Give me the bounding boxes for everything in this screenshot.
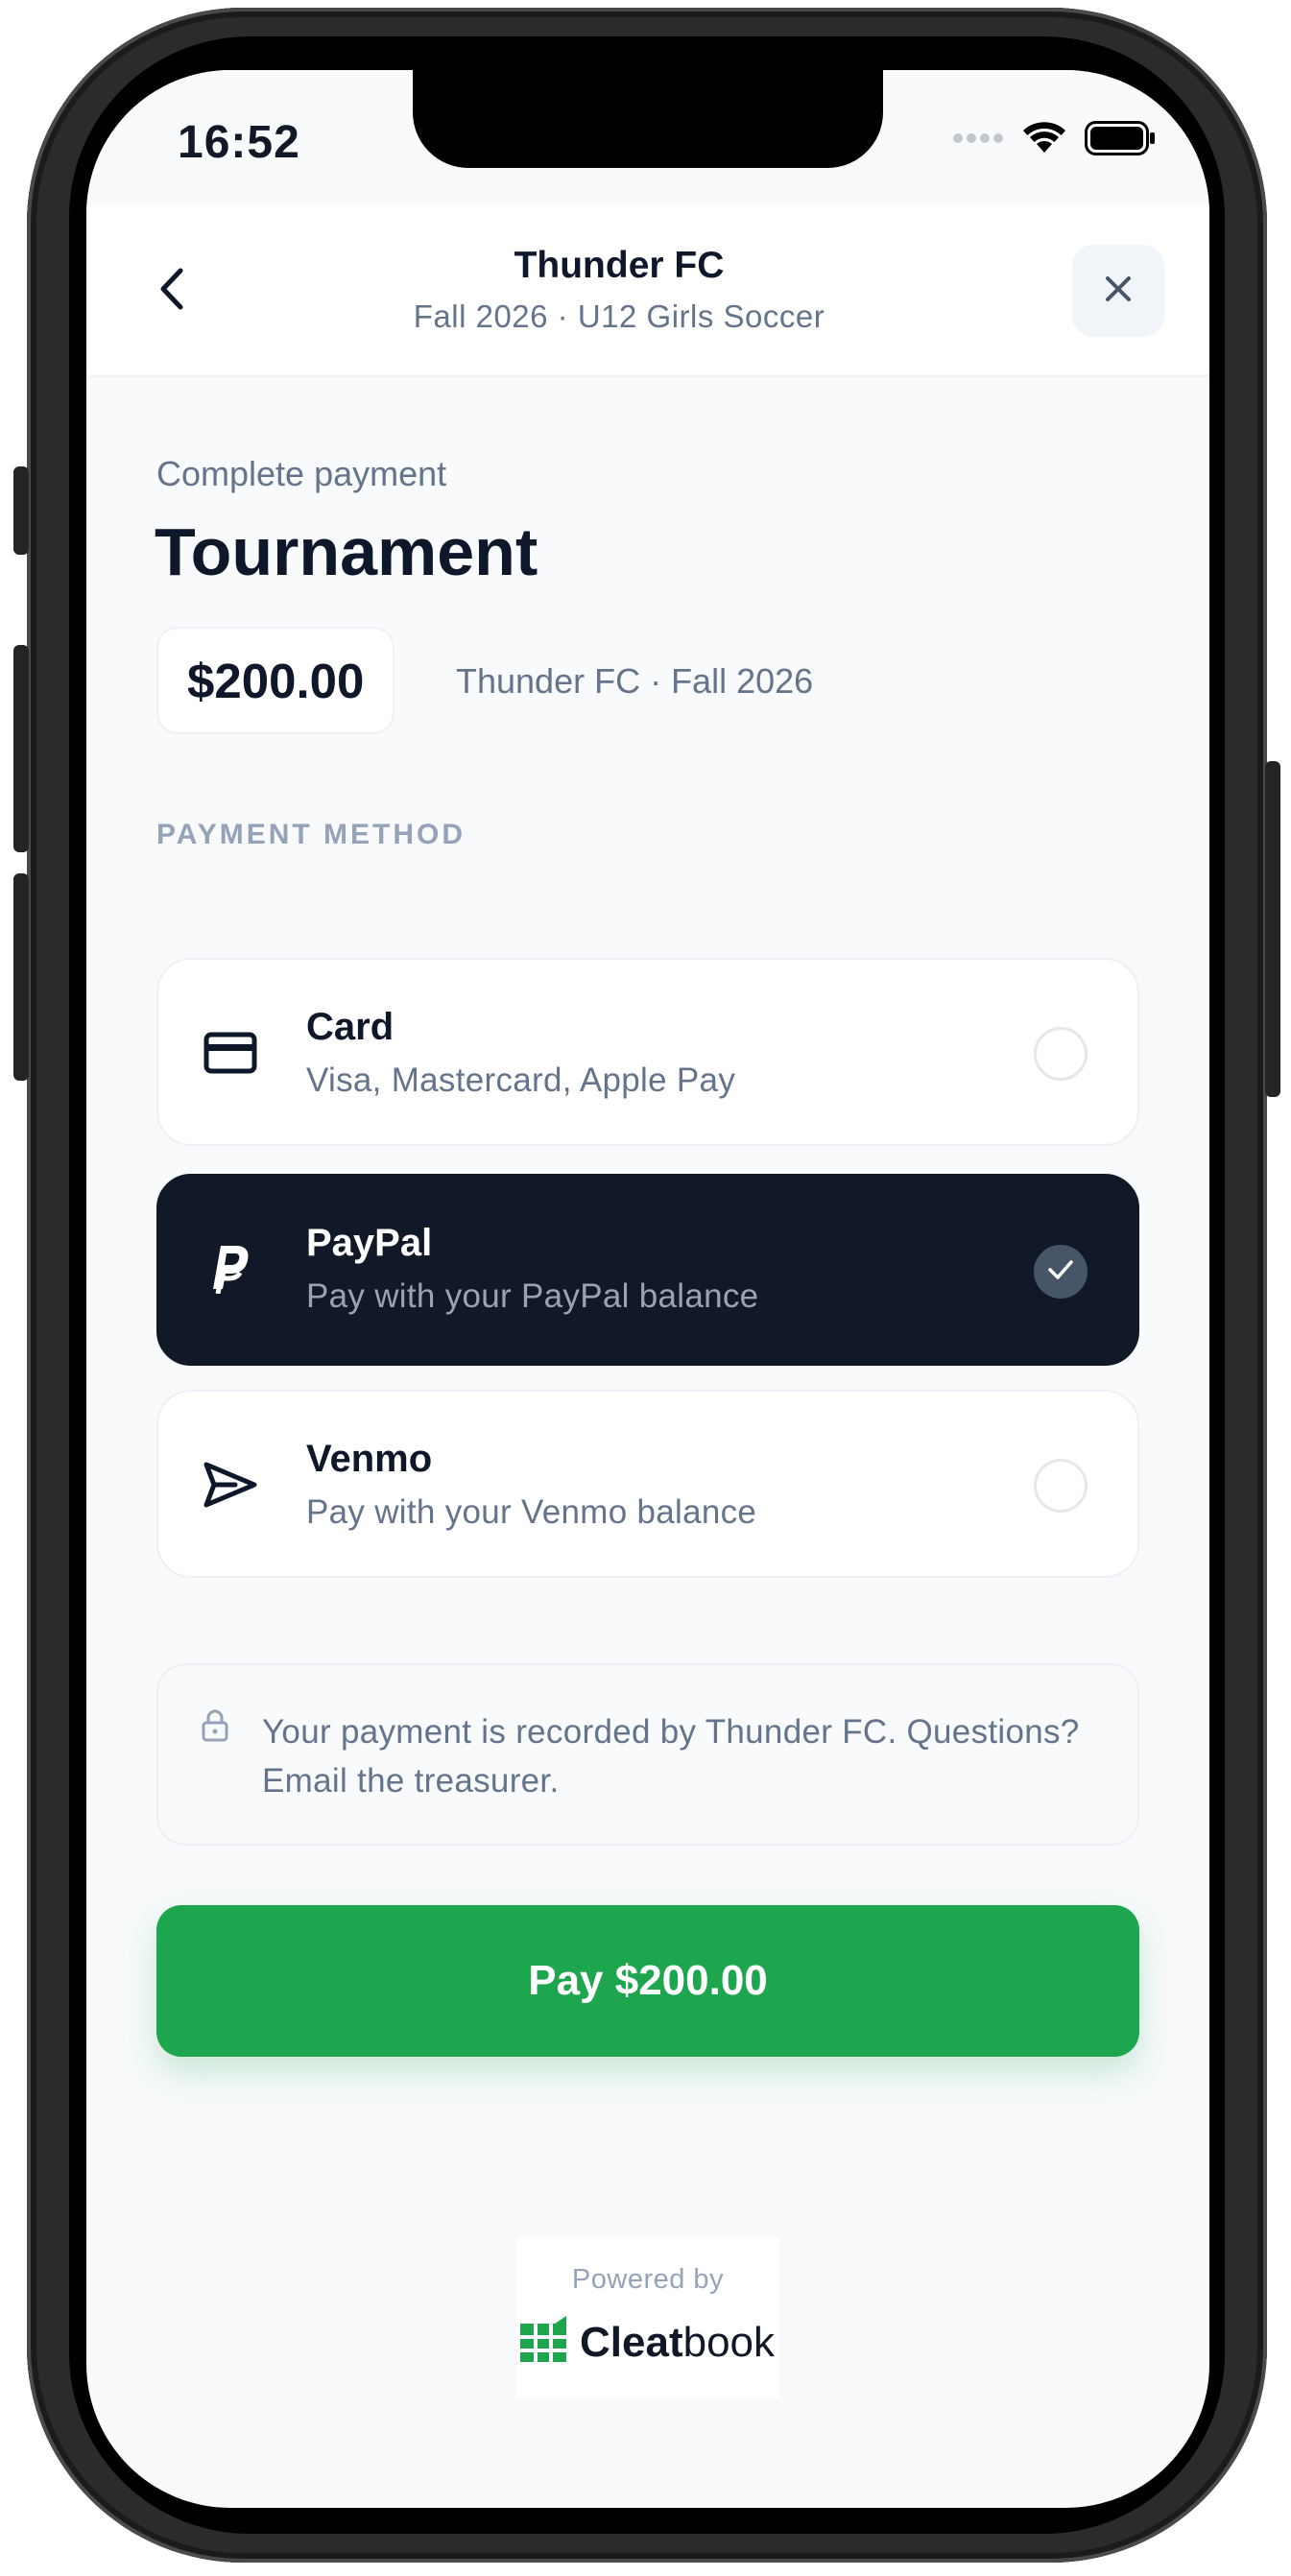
wifi-icon	[1021, 120, 1067, 161]
powered-by: Powered by Cleat book	[516, 2237, 779, 2398]
method-description: Pay with your Venmo balance	[306, 1493, 757, 1531]
method-description: Pay with your PayPal balance	[306, 1277, 759, 1315]
payment-item-title: Tournament	[155, 514, 538, 589]
battery-icon	[1085, 121, 1156, 160]
signal-dots-icon	[952, 131, 1004, 150]
method-name: Card	[306, 1006, 394, 1048]
amount-context: Thunder FC · Fall 2026	[456, 661, 814, 701]
credit-card-icon	[201, 1023, 260, 1083]
method-radio[interactable]	[1034, 1459, 1088, 1513]
powered-by-label: Powered by	[571, 2264, 725, 2295]
status-bar: 16:52	[86, 70, 1209, 204]
paypal-icon	[201, 1239, 260, 1299]
send-icon	[201, 1455, 260, 1515]
silent-switch	[13, 466, 29, 555]
brand-name-light: book	[682, 2319, 776, 2366]
cleatbook-brand: Cleat book	[516, 2314, 775, 2372]
header-subtitle: Fall 2026 · U12 Girls Soccer	[413, 298, 825, 334]
payment-method-venmo[interactable]: Venmo Pay with your Venmo balance	[156, 1390, 1139, 1578]
method-description: Visa, Mastercard, Apple Pay	[306, 1061, 736, 1099]
volume-up-button	[13, 645, 29, 852]
status-icons	[952, 120, 1156, 161]
lock-icon	[201, 1709, 229, 1747]
checkmark-icon	[1047, 1259, 1074, 1285]
method-name: PayPal	[306, 1222, 433, 1264]
payment-method-card[interactable]: Card Visa, Mastercard, Apple Pay	[156, 958, 1139, 1146]
status-time: 16:52	[178, 117, 300, 168]
close-button[interactable]	[1072, 245, 1164, 337]
amount-badge: $200.00	[156, 627, 395, 734]
notch	[413, 70, 883, 168]
method-name: Venmo	[306, 1438, 433, 1480]
pay-button[interactable]: Pay $200.00	[156, 1905, 1139, 2057]
method-radio-checked[interactable]	[1034, 1245, 1088, 1299]
payment-method-label: PAYMENT METHOD	[156, 819, 466, 850]
nav-header: Thunder FC Fall 2026 · U12 Girls Soccer	[86, 204, 1209, 377]
volume-down-button	[13, 873, 29, 1081]
cleatbook-logo-icon	[516, 2314, 570, 2373]
payment-method-paypal[interactable]: PayPal Pay with your PayPal balance	[156, 1174, 1139, 1366]
method-radio[interactable]	[1034, 1027, 1088, 1081]
close-icon	[1102, 273, 1135, 310]
header-title: Thunder FC	[514, 245, 725, 286]
brand-name-bold: Cleat	[580, 2319, 683, 2366]
app-screen: 16:52 Thunder FC Fall 2026 · U12 Girls S…	[86, 70, 1209, 2508]
power-button	[1265, 761, 1280, 1097]
payment-notice: Your payment is recorded by Thunder FC. …	[156, 1663, 1139, 1846]
notice-text: Your payment is recorded by Thunder FC. …	[262, 1713, 1080, 1800]
payment-eyebrow: Complete payment	[156, 454, 447, 493]
